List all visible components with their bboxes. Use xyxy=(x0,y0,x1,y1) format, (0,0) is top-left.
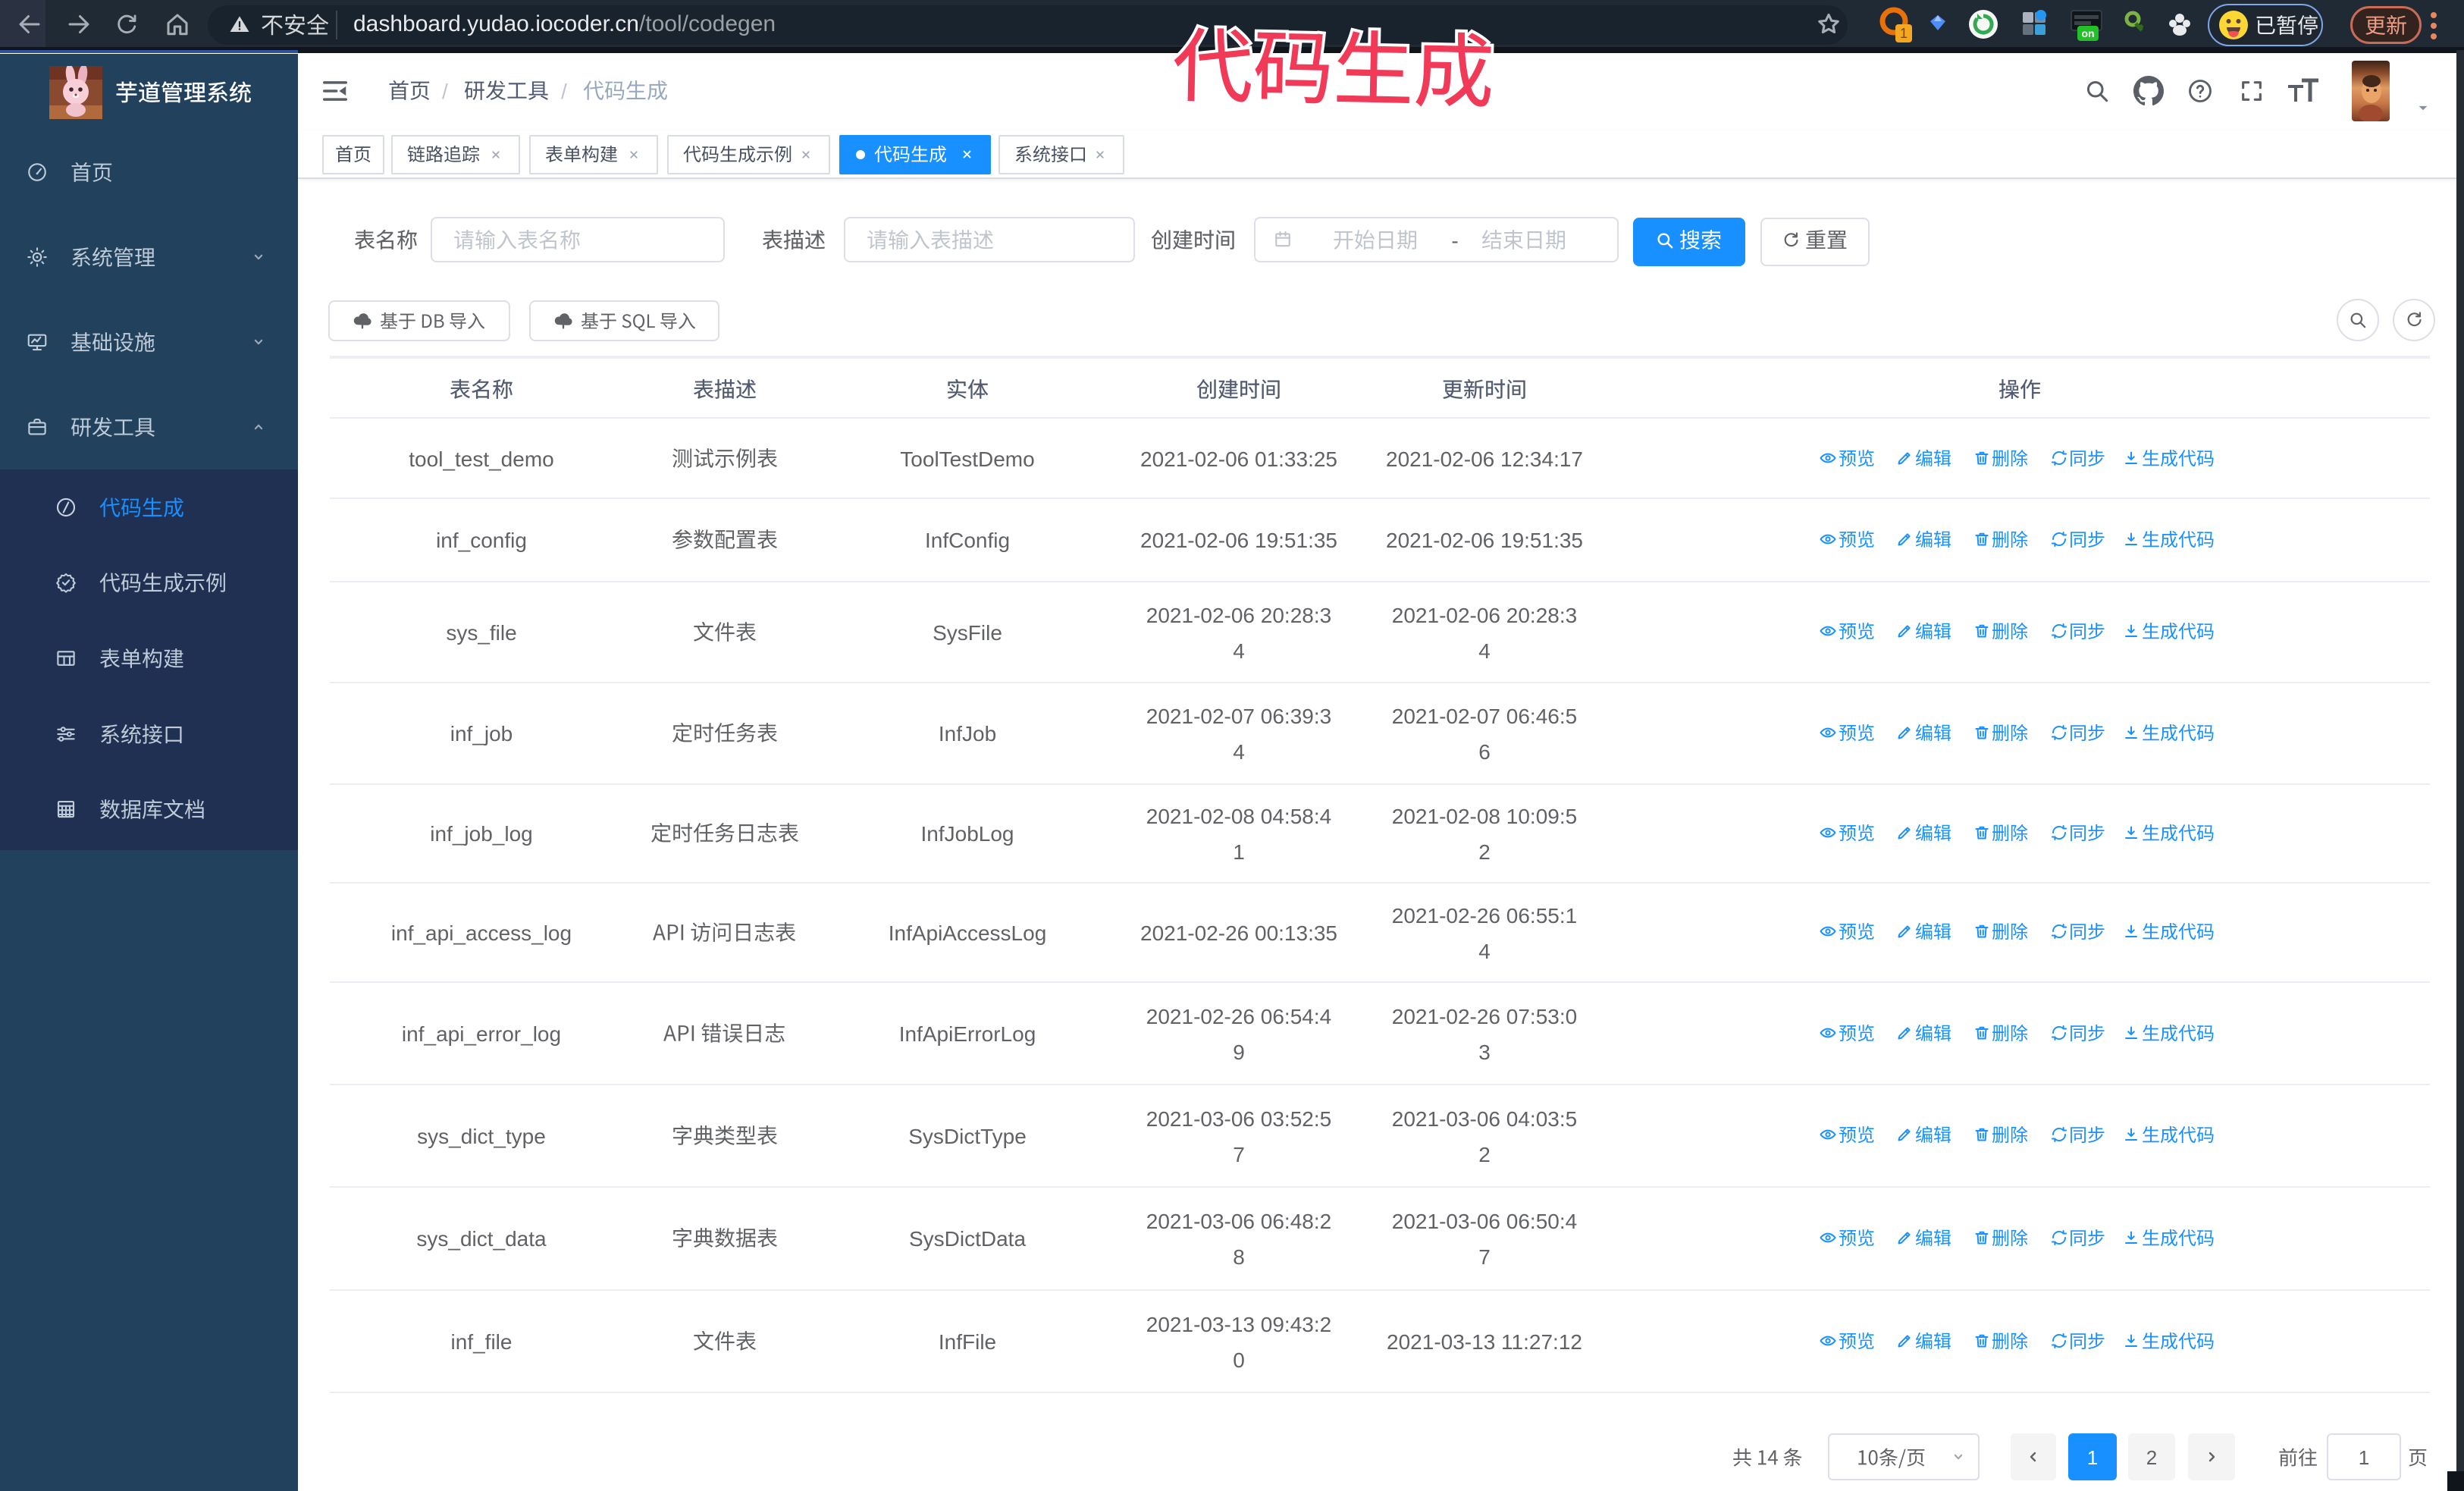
svg-text:on: on xyxy=(2081,27,2094,39)
svg-text:1: 1 xyxy=(1900,26,1908,41)
